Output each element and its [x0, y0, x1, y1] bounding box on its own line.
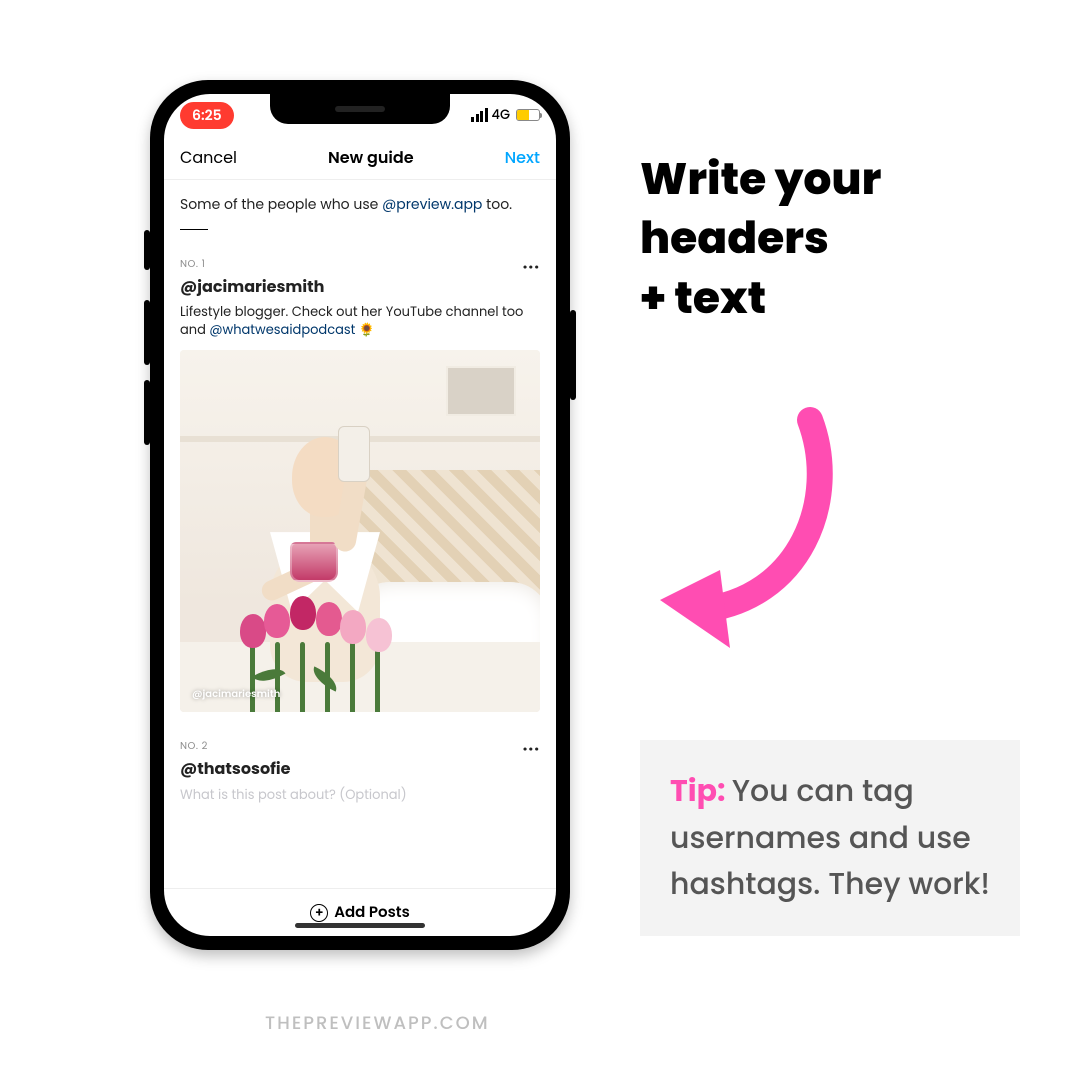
volume-up-button	[144, 300, 150, 365]
guide-content[interactable]: Some of the people who use @preview.app …	[164, 180, 556, 888]
headline-text: Write your headers + text	[640, 150, 1020, 328]
intro-mention[interactable]: @preview.app	[382, 194, 482, 214]
nav-title: New guide	[328, 145, 414, 170]
intro-prefix: Some of the people who use	[180, 194, 382, 214]
add-posts-button[interactable]: + Add Posts	[164, 888, 556, 936]
intro-suffix: too.	[482, 194, 512, 214]
section-handle[interactable]: @thatsosofie	[180, 756, 540, 781]
add-posts-label: Add Posts	[334, 901, 410, 924]
battery-icon	[516, 109, 540, 121]
home-indicator[interactable]	[295, 923, 425, 928]
section-handle[interactable]: @jacimariesmith	[180, 274, 540, 299]
desc-mention[interactable]: @whatwesaidpodcast	[209, 320, 355, 339]
side-button	[144, 230, 150, 270]
cancel-button[interactable]: Cancel	[180, 145, 237, 170]
volume-down-button	[144, 380, 150, 445]
nav-bar: Cancel New guide Next	[164, 136, 556, 180]
status-time-recording: 6:25	[180, 102, 234, 129]
next-button[interactable]: Next	[505, 145, 540, 170]
section-placeholder[interactable]: What is this post about? (Optional)	[180, 785, 540, 805]
phone-mockup: 6:25 4G Cancel New guide Next Some of th…	[150, 80, 570, 950]
plus-circle-icon: +	[310, 904, 328, 922]
section-image[interactable]: @jacimariesmith	[180, 350, 540, 712]
power-button	[570, 310, 576, 400]
phone-screen: 6:25 4G Cancel New guide Next Some of th…	[164, 94, 556, 936]
phone-notch	[270, 94, 450, 124]
guide-section-2: ··· NO. 2 @thatsosofie What is this post…	[180, 738, 540, 805]
section-number: NO. 1	[180, 256, 540, 272]
image-credit: @jacimariesmith	[192, 686, 280, 702]
status-right: 4G	[471, 105, 540, 125]
signal-icon	[471, 108, 488, 122]
headline-line3: + text	[640, 269, 1020, 328]
more-icon[interactable]: ···	[523, 736, 540, 761]
guide-section-1: ··· NO. 1 @jacimariesmith Lifestyle blog…	[180, 256, 540, 712]
headline-line2: headers	[640, 209, 1020, 268]
intro-text[interactable]: Some of the people who use @preview.app …	[180, 194, 540, 230]
tip-box: Tip: You can tag usernames and use hasht…	[640, 740, 1020, 936]
intro-divider	[180, 229, 208, 230]
section-description[interactable]: Lifestyle blogger. Check out her YouTube…	[180, 303, 540, 338]
tip-label: Tip:	[670, 769, 732, 812]
arrow-icon	[640, 400, 860, 660]
more-icon[interactable]: ···	[523, 254, 540, 279]
watermark: THEPREVIEWAPP.COM	[265, 1010, 490, 1037]
headline-line1: Write your	[640, 150, 1020, 209]
section-number: NO. 2	[180, 738, 540, 754]
network-label: 4G	[492, 105, 510, 125]
